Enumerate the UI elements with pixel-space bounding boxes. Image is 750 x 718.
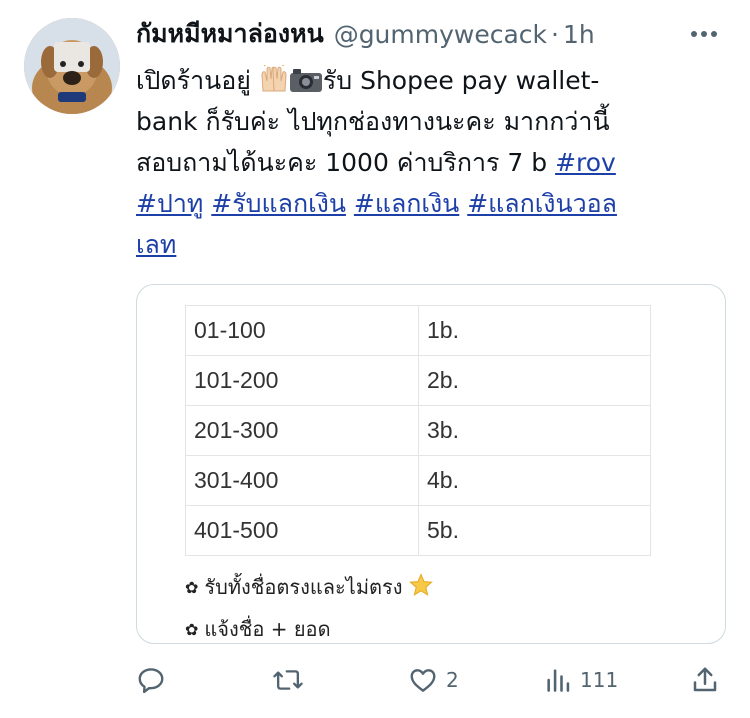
tweet-line-1: เปิดร้านอยู่ รับ Shopee pay wallet- bbox=[136, 60, 716, 101]
tweet-line-2: bank ก็รับค่ะ ไปทุกช่องทางนะคะ มากกว่านี… bbox=[136, 107, 610, 136]
range-cell: 101-200 bbox=[185, 355, 419, 406]
price-cell: 3b. bbox=[418, 405, 651, 456]
share-button[interactable] bbox=[690, 660, 720, 700]
raised-hands-icon bbox=[259, 62, 289, 105]
hashtag-link[interactable]: #แลกเงิน bbox=[354, 189, 459, 218]
table-row: 201-300 3b. bbox=[185, 405, 651, 456]
range-cell: 301-400 bbox=[185, 455, 419, 506]
heart-icon bbox=[410, 669, 436, 692]
note-line-1: ✿ รับทั้งชื่อตรงและไม่ตรง bbox=[185, 571, 433, 603]
reply-icon bbox=[138, 668, 164, 694]
flower-icon: ✿ bbox=[185, 577, 199, 597]
tweet-text-part: เปิดร้านอยู่ bbox=[136, 66, 259, 95]
more-options-button[interactable] bbox=[686, 20, 722, 48]
table-row: 301-400 4b. bbox=[185, 455, 651, 506]
like-count: 2 bbox=[446, 668, 459, 692]
table-row: 101-200 2b. bbox=[185, 355, 651, 406]
like-button[interactable]: 2 bbox=[408, 660, 459, 700]
timestamp[interactable]: 1h bbox=[563, 20, 595, 49]
share-icon bbox=[693, 667, 717, 692]
user-handle[interactable]: @gummywecack bbox=[334, 20, 547, 49]
price-cell: 1b. bbox=[418, 305, 651, 356]
views-icon bbox=[547, 669, 570, 692]
tweet-line-4: #ปาทู #รับแลกเงิน #แลกเงิน #แลกเงินวอล bbox=[136, 183, 716, 224]
tweet-text-part: สอบถามได้นะคะ 1000 ค่าบริการ 7 b bbox=[136, 148, 556, 177]
hashtag-link-continued[interactable]: เลท bbox=[136, 230, 176, 259]
price-cell: 2b. bbox=[418, 355, 651, 406]
reply-button[interactable] bbox=[136, 660, 174, 700]
separator-dot: · bbox=[551, 19, 559, 49]
more-dots-icon bbox=[691, 31, 717, 37]
rate-table: 01-100 1b. 101-200 2b. 201-300 3b. 301-400 4… bbox=[185, 305, 651, 556]
avatar-dog-image bbox=[24, 18, 120, 114]
retweet-icon bbox=[273, 670, 303, 690]
flower-icon: ✿ bbox=[185, 619, 199, 639]
hashtag-link[interactable]: #rov bbox=[555, 148, 616, 177]
table-row: 01-100 1b. bbox=[185, 305, 651, 356]
note-line-2: ✿ แจ้งชื่อ + ยอด bbox=[185, 613, 331, 643]
views-button[interactable]: 111 bbox=[544, 660, 618, 700]
tweet-text-part: รับ Shopee pay wallet- bbox=[322, 66, 600, 95]
media-image[interactable]: 01-100 1b. 101-200 2b. 201-300 3b. 301-400 4… bbox=[136, 284, 726, 644]
table-row: 401-500 5b. bbox=[185, 505, 651, 556]
tweet-text: เปิดร้านอยู่ รับ Shopee pay wallet- bank… bbox=[136, 60, 716, 265]
display-name[interactable]: กัมหมีหมาล่องหน bbox=[136, 14, 324, 54]
avatar[interactable] bbox=[24, 18, 120, 114]
star-icon bbox=[408, 572, 433, 602]
camera-icon bbox=[289, 64, 323, 105]
hashtag-link[interactable]: #แลกเงินวอล bbox=[467, 189, 617, 218]
price-cell: 5b. bbox=[418, 505, 651, 556]
note-text: รับทั้งชื่อตรงและไม่ตรง bbox=[204, 575, 403, 599]
range-cell: 201-300 bbox=[185, 405, 419, 456]
tweet-line-3: สอบถามได้นะคะ 1000 ค่าบริการ 7 b #rov bbox=[136, 142, 716, 183]
hashtag-link[interactable]: #ปาทู bbox=[136, 189, 203, 218]
range-cell: 01-100 bbox=[185, 305, 419, 356]
tweet-header: กัมหมีหมาล่องหน @gummywecack · 1h bbox=[136, 16, 726, 52]
retweet-button[interactable] bbox=[272, 660, 312, 700]
hashtag-link[interactable]: #รับแลกเงิน bbox=[211, 189, 346, 218]
note-text: แจ้งชื่อ + ยอด bbox=[204, 617, 331, 641]
price-cell: 4b. bbox=[418, 455, 651, 506]
views-count: 111 bbox=[580, 668, 619, 692]
tweet: กัมหมีหมาล่องหน @gummywecack · 1h เปิดร้… bbox=[0, 0, 750, 718]
tweet-line-5: เลท bbox=[136, 224, 716, 265]
range-cell: 401-500 bbox=[185, 505, 419, 556]
action-bar: 2 111 bbox=[0, 660, 750, 700]
